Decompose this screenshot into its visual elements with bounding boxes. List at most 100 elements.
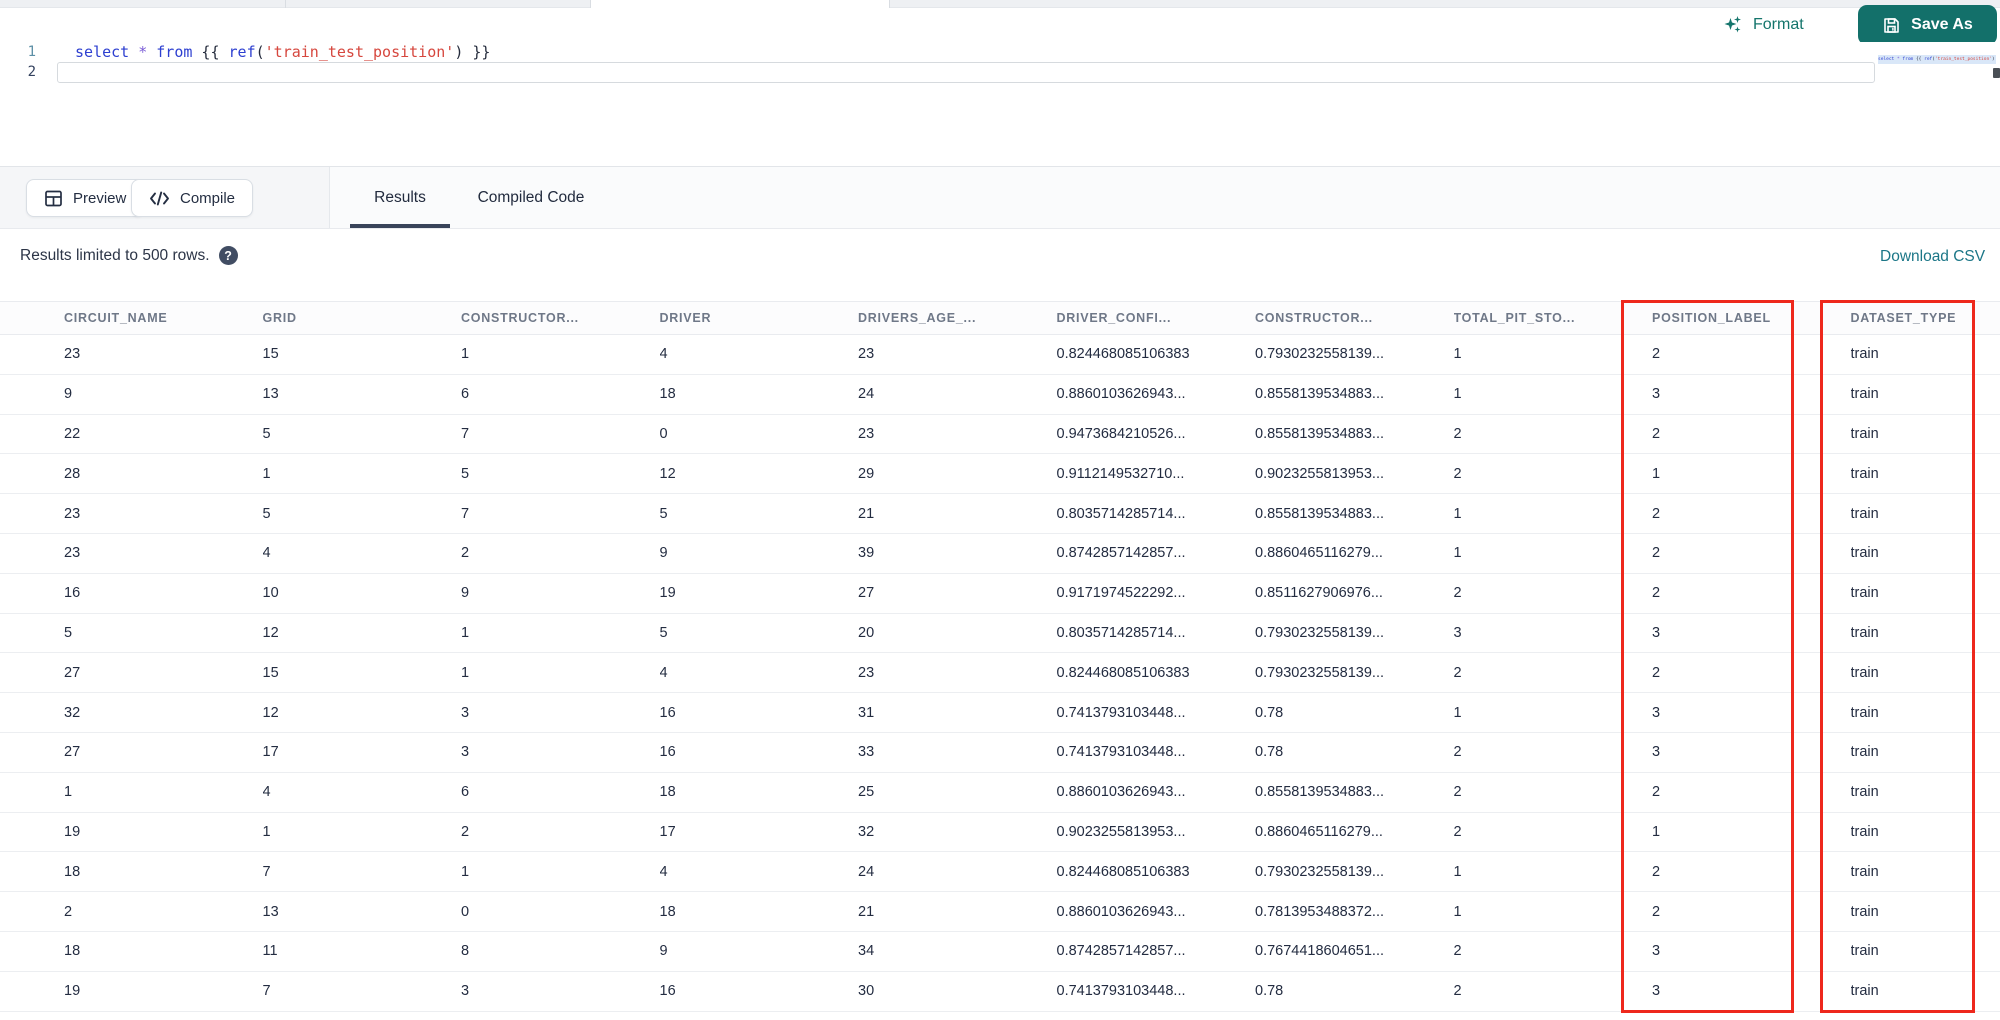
table-cell: 33 [858,744,875,761]
top-tab-strip [0,0,2000,8]
table-cell: 1 [1453,386,1462,403]
table-cell: 1 [1453,704,1462,721]
table-cell: 3 [1652,943,1661,960]
table-cell: 0.8860103626943... [1056,386,1186,403]
table-cell: 2 [1453,585,1462,602]
table-row[interactable]: 22 5 7 0 23 0.9473684210526... 0.8558139534883… [0,414,2000,455]
sql-ide-page: Format Save As 1 2 select * from {{ ref(… [0,0,2000,1020]
table-cell: 0 [461,903,470,920]
line-number-2: 2 [27,64,36,80]
table-cell: 2 [1652,585,1661,602]
column-header[interactable]: DRIVERS_AGE_... [858,311,1057,325]
tab-results[interactable]: Results [350,167,450,228]
column-header[interactable]: DRIVER [660,311,859,325]
table-cell: 18 [659,386,676,403]
editor-scrollbar-handle[interactable] [1993,68,2000,78]
table-cell: train [1850,624,1879,641]
column-header[interactable]: DRIVER_CONFI... [1057,311,1256,325]
results-limit-note: Results limited to 500 rows. ? [20,246,238,265]
table-cell: 1 [1453,863,1462,880]
preview-button[interactable]: Preview [26,179,145,217]
table-cell: 13 [262,903,279,920]
table-row[interactable]: 23 5 7 5 21 0.8035714285714... 0.8558139534883… [0,494,2000,534]
table-cell: 7 [262,983,271,1000]
table-cell: 3 [1652,386,1661,403]
table-cell: 0.7930232558139... [1255,863,1385,880]
table-cell: 13 [262,386,279,403]
table-cell: 0.9473684210526... [1056,425,1186,442]
table-row[interactable]: 16 10 9 19 27 0.9171974522292... 0.85116279069… [0,573,2000,614]
table-cell: 27 [64,664,81,681]
column-header[interactable]: DATASET_TYPE [1851,311,2000,325]
active-line-cursor-box[interactable] [57,62,1875,83]
table-cell: 34 [858,943,875,960]
save-as-button[interactable]: Save As [1858,5,1997,45]
table-row[interactable]: 27 17 3 16 33 0.7413793103448... 0.78 2 3 train [0,732,2000,773]
table-body: 23 15 1 4 23 0.824468085106383 0.7930232558139… [0,335,2000,1012]
table-cell: 3 [461,704,470,721]
code-editor[interactable]: 1 2 select * from {{ ref('train_test_pos… [0,42,2000,166]
table-cell: 2 [1652,545,1661,562]
column-header[interactable]: CONSTRUCTOR... [1255,311,1454,325]
table-cell: 32 [858,823,875,840]
help-icon[interactable]: ? [218,246,238,265]
editor-minimap[interactable]: select * from {{ ref('train_test_positio… [1878,55,1996,64]
table-cell: 19 [64,823,81,840]
compile-button[interactable]: Compile [131,179,254,217]
table-cell: 4 [659,664,668,681]
active-tab-underline [350,224,450,228]
table-row[interactable]: 1 4 6 18 25 0.8860103626943... 0.8558139534883… [0,772,2000,813]
table-row[interactable]: 19 7 3 16 30 0.7413793103448... 0.78 2 3 train [0,971,2000,1012]
table-cell: 9 [659,943,668,960]
table-cell: 3 [461,983,470,1000]
code-line-1[interactable]: select * from {{ ref('train_test_positio… [75,43,490,61]
download-csv-link[interactable]: Download CSV [1880,248,1985,266]
table-cell: 0 [659,425,668,442]
column-header[interactable]: CIRCUIT_NAME [64,311,263,325]
table-cell: 3 [461,744,470,761]
column-header[interactable]: GRID [263,311,462,325]
table-cell: 9 [64,386,73,403]
table-cell: 0.8558139534883... [1255,386,1385,403]
table-cell: 2 [1652,505,1661,522]
table-row[interactable]: 18 11 8 9 34 0.8742857142857... 0.767441860465… [0,931,2000,972]
table-row[interactable]: 2 13 0 18 21 0.8860103626943... 0.781395348837… [0,892,2000,932]
table-row[interactable]: 18 7 1 4 24 0.824468085106383 0.7930232558139.… [0,852,2000,893]
table-cell: 22 [64,425,81,442]
table-grid-icon [44,189,63,208]
table-cell: 23 [858,346,875,363]
table-cell: 7 [461,425,470,442]
table-cell: 7 [262,863,271,880]
table-row[interactable]: 23 15 1 4 23 0.824468085106383 0.7930232558139… [0,335,2000,375]
table-cell: 18 [659,784,676,801]
table-cell: 0.824468085106383 [1056,346,1190,363]
table-cell: 1 [1453,545,1462,562]
column-header[interactable]: CONSTRUCTOR... [461,311,660,325]
table-row[interactable]: 32 12 3 16 31 0.7413793103448... 0.78 1 3 train [0,693,2000,733]
table-cell: train [1850,425,1879,442]
results-toolbar: Preview Compile Results Compiled Code [0,167,2000,229]
table-cell: train [1850,664,1879,681]
table-cell: train [1850,585,1879,602]
table-row[interactable]: 28 1 5 12 29 0.9112149532710... 0.902325581395… [0,454,2000,495]
table-row[interactable]: 19 1 2 17 32 0.9023255813953... 0.886046511627… [0,812,2000,853]
table-cell: 17 [659,823,676,840]
table-cell: 2 [1453,465,1462,482]
table-cell: 2 [461,545,470,562]
table-cell: 39 [858,545,875,562]
table-row[interactable]: 23 4 2 9 39 0.8742857142857... 0.8860465116279… [0,533,2000,574]
column-header[interactable]: POSITION_LABEL [1652,311,1851,325]
tab-compiled-code[interactable]: Compiled Code [456,167,606,228]
table-cell: 9 [659,545,668,562]
table-cell: 12 [262,624,279,641]
table-row[interactable]: 9 13 6 18 24 0.8860103626943... 0.855813953488… [0,374,2000,415]
table-row[interactable]: 5 12 1 5 20 0.8035714285714... 0.7930232558139… [0,613,2000,654]
format-button[interactable]: Format [1722,10,1804,40]
table-cell: 3 [1453,624,1462,641]
table-row[interactable]: 27 15 1 4 23 0.824468085106383 0.7930232558139… [0,653,2000,694]
active-tab-fragment [590,0,890,8]
table-cell: 32 [64,704,81,721]
column-header[interactable]: TOTAL_PIT_STO... [1454,311,1653,325]
table-cell: 0.8860103626943... [1056,903,1186,920]
table-cell: 3 [1652,744,1661,761]
